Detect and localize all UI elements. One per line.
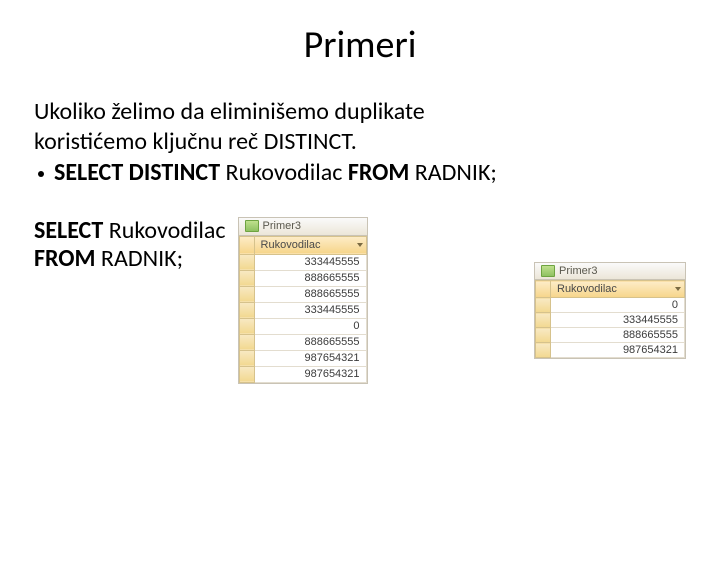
table-row: 0: [536, 298, 685, 313]
bullet-dot-icon: [38, 171, 44, 177]
grid2-selector-header: [536, 281, 551, 298]
slide-title: Primeri: [0, 22, 720, 68]
query-distinct-text: SELECT DISTINCT Rukovodilac FROM RADNIK;: [54, 159, 497, 187]
dropdown-icon: [675, 287, 681, 291]
table-row: 333445555: [536, 313, 685, 328]
kw-select-distinct: SELECT DISTINCT: [54, 158, 220, 187]
table-row: 333445555: [239, 254, 366, 270]
kw-select-2: SELECT: [34, 216, 103, 245]
datasheet-icon: [245, 220, 259, 232]
grid2-tab-label: Primer3: [559, 265, 598, 277]
grid2-column-header: Rukovodilac: [551, 281, 685, 298]
grid2-tab: Primer3: [535, 263, 685, 280]
grid1-tab: Primer3: [239, 218, 367, 236]
table-row: 0: [239, 318, 366, 334]
grid1-selector-header: [239, 236, 254, 254]
table-row: 987654321: [239, 366, 366, 382]
table-row: 888665555: [536, 328, 685, 343]
intro-line-1: Ukoliko želimo da eliminišemo duplikate: [34, 98, 686, 126]
dropdown-icon: [357, 243, 363, 247]
query-plain-text: SELECT Rukovodilac FROM RADNIK;: [34, 217, 226, 274]
table-row: 888665555: [239, 334, 366, 350]
result-grid-all: Primer3 Rukovodilac 333445555 888665555 …: [238, 217, 368, 384]
table-row: 987654321: [536, 343, 685, 358]
table-row: 888665555: [239, 270, 366, 286]
table-row: 888665555: [239, 286, 366, 302]
grid1-tab-label: Primer3: [263, 220, 302, 233]
intro-line-2: koristićemo ključnu reč DISTINCT.: [34, 128, 686, 156]
table-row: 987654321: [239, 350, 366, 366]
grid1-column-header: Rukovodilac: [254, 236, 366, 254]
result-grid-distinct: Primer3 Rukovodilac 0 333445555 88866555…: [534, 262, 686, 359]
bullet-distinct-query: SELECT DISTINCT Rukovodilac FROM RADNIK;: [38, 159, 686, 187]
kw-from-2: FROM: [34, 244, 96, 273]
table-row: 333445555: [239, 302, 366, 318]
kw-from-1: FROM: [348, 158, 410, 187]
datasheet-icon: [541, 265, 555, 277]
